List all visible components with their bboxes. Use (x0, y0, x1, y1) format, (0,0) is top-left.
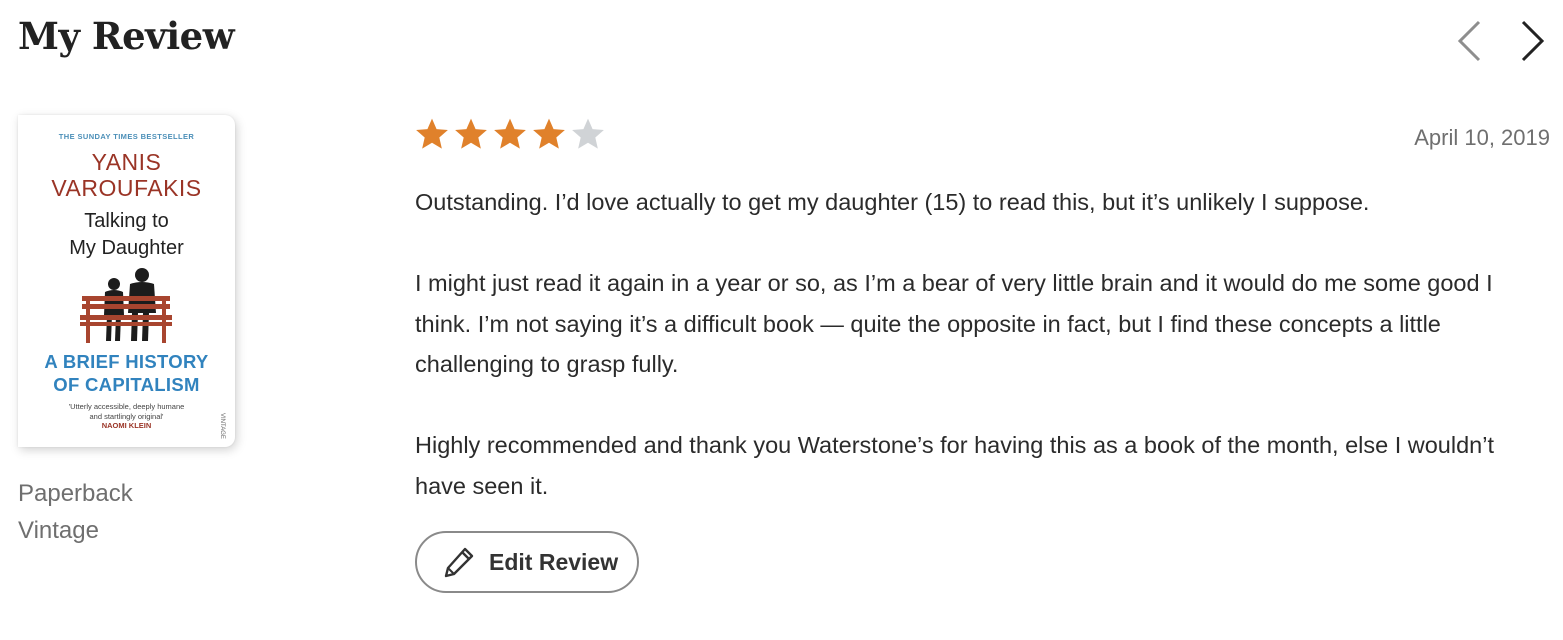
cover-quote-author: NAOMI KLEIN (101, 421, 152, 430)
bench-illustration (80, 267, 174, 350)
star-filled-icon (414, 117, 450, 153)
cover-title-line: Talking to (84, 210, 169, 232)
previous-review-button[interactable] (1448, 18, 1492, 64)
star-filled-icon (531, 117, 567, 153)
star-filled-icon (492, 117, 528, 153)
star-empty-icon (570, 117, 606, 153)
cover-subtitle-line: OF CAPITALISM (53, 374, 200, 395)
star-filled-icon (453, 117, 489, 153)
section-title: My Review (18, 14, 235, 58)
cover-author-line: YANIS (91, 149, 162, 175)
next-review-button[interactable] (1512, 18, 1556, 64)
cover-title: Talking to My Daughter (18, 208, 235, 262)
cover-subtitle: A BRIEF HISTORY OF CAPITALISM (18, 350, 235, 396)
cover-quote: 'Utterly accessible, deeply humane and s… (58, 402, 195, 422)
review-paragraph: Outstanding. I’d love actually to get my… (415, 189, 1370, 215)
edit-review-label: Edit Review (489, 548, 619, 575)
pencil-icon (443, 546, 475, 578)
cover-quote-line: 'Utterly accessible, deeply humane (68, 402, 185, 411)
cover-bestseller-line: THE SUNDAY TIMES BESTSELLER (58, 132, 195, 141)
review-paragraph: I might just read it again in a year or … (415, 270, 1493, 377)
chevron-left-icon (1448, 18, 1492, 64)
cover-author-line: VAROUFAKIS (51, 175, 202, 201)
star-rating (414, 117, 606, 153)
review-text: Outstanding. I’d love actually to get my… (415, 182, 1550, 506)
edit-review-button[interactable]: Edit Review (415, 531, 639, 593)
cover-subtitle-line: A BRIEF HISTORY (44, 351, 209, 372)
book-format: Paperback (18, 480, 133, 507)
book-cover[interactable]: THE SUNDAY TIMES BESTSELLER YANIS VAROUF… (18, 115, 235, 447)
cover-publisher-mark: VINTAGE (219, 413, 225, 439)
cover-title-line: My Daughter (69, 237, 184, 259)
review-paragraph: Highly recommended and thank you Waterst… (415, 432, 1494, 499)
review-date: April 10, 2019 (1414, 125, 1550, 150)
cover-author: YANIS VAROUFAKIS (18, 149, 235, 201)
chevron-right-icon (1512, 18, 1556, 64)
book-publisher: Vintage (18, 517, 99, 544)
